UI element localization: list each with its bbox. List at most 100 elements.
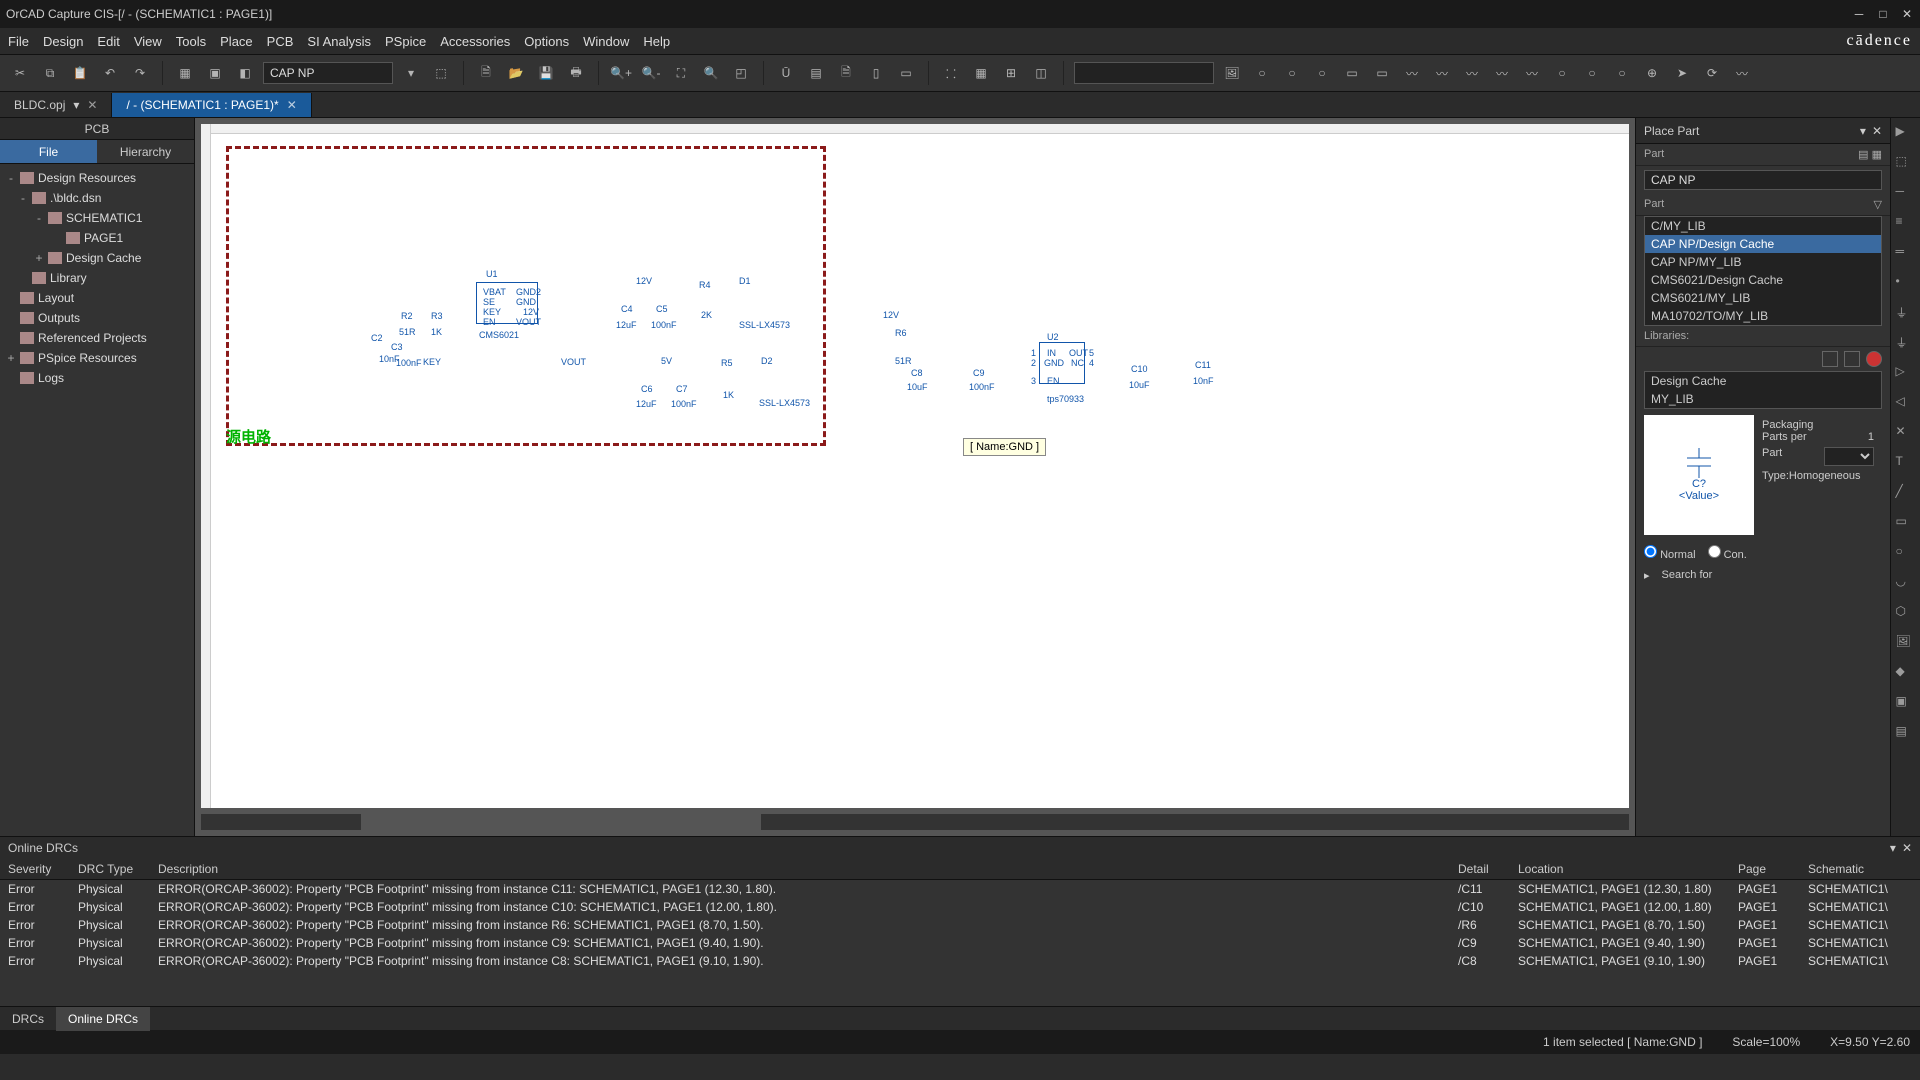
drc-col[interactable]: Description [150,859,1450,880]
menu-help[interactable]: Help [643,34,670,49]
tree-node[interactable]: Referenced Projects [0,328,194,348]
offpage-icon[interactable]: ◁ [1896,394,1916,414]
noconnect-icon[interactable]: ✕ [1896,424,1916,444]
wave-icon[interactable]: 〰 [1490,61,1514,85]
tree-node[interactable]: Outputs [0,308,194,328]
print-icon[interactable]: 🖶 [564,61,588,85]
polyline-icon[interactable]: ⬡ [1896,604,1916,624]
grid-icon[interactable]: ▦ [1872,149,1882,161]
rect-icon[interactable]: ▭ [1896,514,1916,534]
tool-icon[interactable]: ▦ [173,61,197,85]
paste-icon[interactable]: 📋 [68,61,92,85]
ellipse-icon[interactable]: ○ [1896,544,1916,564]
close-icon[interactable]: ✕ [1900,7,1914,21]
part-list-item[interactable]: C/MY_LIB [1645,217,1881,235]
zoom-out-icon[interactable]: 🔍- [639,61,663,85]
part-list-item[interactable]: CAP NP/MY_LIB [1645,253,1881,271]
image-icon[interactable]: 🖼 [1220,61,1244,85]
tree-node[interactable]: Library [0,268,194,288]
menu-window[interactable]: Window [583,34,629,49]
tree-node[interactable]: +Design Cache [0,248,194,268]
part-icon[interactable]: ⬚ [1896,154,1916,174]
part-list-item[interactable]: MA10702/TO/MY_LIB [1645,307,1881,325]
subtab-file[interactable]: File [0,140,97,163]
part-list-item[interactable]: CAP NP/Design Cache [1645,235,1881,253]
part-list[interactable]: C/MY_LIBCAP NP/Design CacheCAP NP/MY_LIB… [1644,216,1882,326]
scroll-thumb[interactable] [361,814,761,830]
wire-icon[interactable]: ─ [1896,184,1916,204]
circle-icon[interactable]: ○ [1610,61,1634,85]
refresh-icon[interactable]: ⟳ [1700,61,1724,85]
zoom-sel-icon[interactable]: ◰ [729,61,753,85]
close-icon[interactable]: ✕ [1872,124,1882,138]
save-icon[interactable]: 💾 [534,61,558,85]
menu-si[interactable]: SI Analysis [307,34,371,49]
dropdown-icon[interactable]: ▾ [73,98,79,112]
tree-node[interactable]: Logs [0,368,194,388]
port-icon[interactable]: ▷ [1896,364,1916,384]
grid2-icon[interactable]: ⊞ [999,61,1023,85]
circle-icon[interactable]: ○ [1310,61,1334,85]
line-icon[interactable]: ╱ [1896,484,1916,504]
tab-online-drcs[interactable]: Online DRCs [56,1007,150,1031]
expand-icon[interactable]: ▸ [1644,569,1650,582]
zoom-area-icon[interactable]: 🔍 [699,61,723,85]
undo-icon[interactable]: ↶ [98,61,122,85]
drc-col[interactable]: Location [1510,859,1730,880]
drc-row[interactable]: ErrorPhysicalERROR(ORCAP-36002): Propert… [0,898,1920,916]
text-icon[interactable]: T [1896,454,1916,474]
annotate-icon[interactable]: Ū [774,61,798,85]
minimize-icon[interactable]: ─ [1852,7,1866,21]
picture-icon[interactable]: 🖼 [1896,634,1916,654]
tool-icon[interactable]: ▣ [1896,694,1916,714]
zoom-fit-icon[interactable]: ⛶ [669,61,693,85]
drc-col[interactable]: Schematic [1800,859,1920,880]
rect-icon[interactable]: ▭ [1370,61,1394,85]
netlist-icon[interactable]: 🗎 [834,61,858,85]
lib-open-icon[interactable] [1844,351,1860,367]
drc-col[interactable]: DRC Type [70,859,150,880]
arrow-icon[interactable]: ➤ [1670,61,1694,85]
wave-icon[interactable]: 〰 [1430,61,1454,85]
menu-pspice[interactable]: PSpice [385,34,426,49]
menu-place[interactable]: Place [220,34,253,49]
schematic-canvas[interactable]: 源电路 [ Name:GND ] U1VBATGND2SEGNDKEY12VEN… [201,124,1629,808]
list-icon[interactable]: ▤ [1858,149,1868,161]
subtab-hierarchy[interactable]: Hierarchy [97,140,194,163]
tab-schematic[interactable]: / - (SCHEMATIC1 : PAGE1)* ✕ [112,93,311,117]
menu-tools[interactable]: Tools [176,34,206,49]
tree-node[interactable]: -SCHEMATIC1 [0,208,194,228]
menu-view[interactable]: View [134,34,162,49]
grid-icon[interactable]: ▦ [969,61,993,85]
redo-icon[interactable]: ↷ [128,61,152,85]
tool-icon[interactable]: ▣ [203,61,227,85]
tool-icon[interactable]: ▤ [1896,724,1916,744]
filter-icon[interactable]: ▽ [1874,198,1882,211]
copy-icon[interactable]: ⧉ [38,61,62,85]
lib-remove-icon[interactable] [1866,351,1882,367]
library-list[interactable]: Design CacheMY_LIB [1644,371,1882,409]
new-icon[interactable]: 🗎 [474,61,498,85]
bus-icon[interactable]: ═ [1896,244,1916,264]
horizontal-scrollbar[interactable] [201,814,1629,830]
tool-icon[interactable]: ▯ [864,61,888,85]
target-icon[interactable]: ⊕ [1640,61,1664,85]
part-input[interactable] [1644,170,1882,190]
search-input[interactable] [1074,62,1214,84]
menu-pcb[interactable]: PCB [267,34,294,49]
menu-accessories[interactable]: Accessories [440,34,510,49]
net-icon[interactable]: ≡ [1896,214,1916,234]
library-item[interactable]: MY_LIB [1645,390,1881,408]
close-icon[interactable]: ✕ [1902,841,1912,855]
drc-row[interactable]: ErrorPhysicalERROR(ORCAP-36002): Propert… [0,934,1920,952]
ground-icon[interactable]: ⏚ [1896,334,1916,354]
dropdown-icon[interactable]: ▾ [399,61,423,85]
drc-col[interactable]: Detail [1450,859,1510,880]
tree-node[interactable]: PAGE1 [0,228,194,248]
zoom-in-icon[interactable]: 🔍+ [609,61,633,85]
tool-icon[interactable]: ◫ [1029,61,1053,85]
wave-icon[interactable]: 〰 [1400,61,1424,85]
part-list-item[interactable]: CMS6021/MY_LIB [1645,289,1881,307]
cut-icon[interactable]: ✂ [8,61,32,85]
open-icon[interactable]: 📂 [504,61,528,85]
